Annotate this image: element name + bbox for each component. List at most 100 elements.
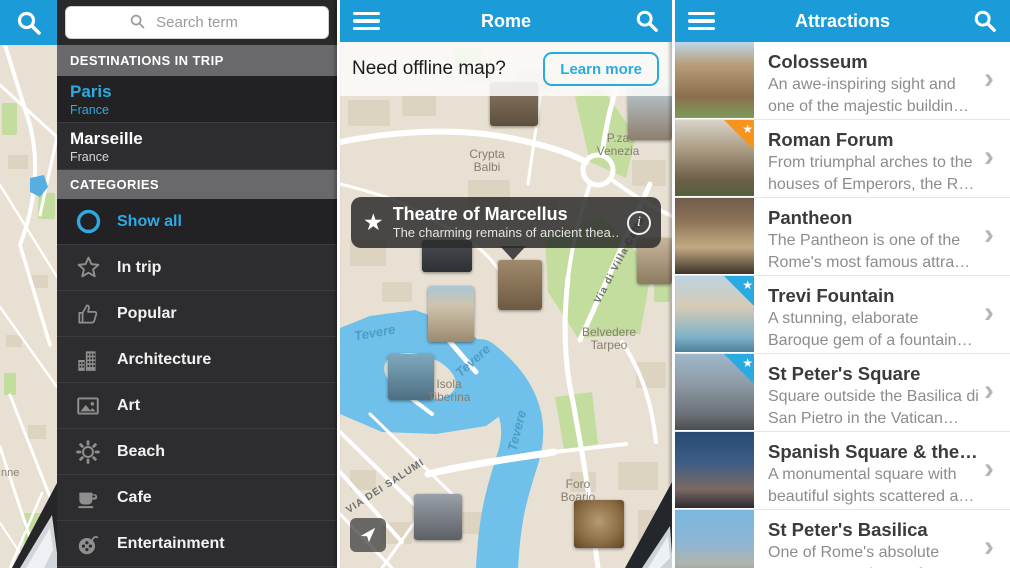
panel-divider — [337, 0, 340, 568]
info-icon[interactable]: i — [627, 211, 651, 235]
attraction-photo — [675, 432, 754, 509]
destination-country: France — [70, 102, 337, 118]
attraction-description: One of Rome's absolute must-sees and one… — [768, 542, 980, 568]
search-icon[interactable] — [635, 9, 659, 33]
app-window: nne DESTINATIONS IN TRIP Paris France Ma… — [0, 0, 1010, 568]
list-item-pantheon[interactable]: Pantheon The Pantheon is one of the Rome… — [675, 198, 1010, 276]
circle-icon — [73, 208, 103, 235]
map-label-foro-boario: Foro Boario — [552, 478, 604, 504]
chevron-right-icon: › — [984, 276, 1010, 353]
poi-callout[interactable]: ★ Theatre of Marcellus The charming rema… — [351, 197, 661, 248]
film-reel-icon — [73, 531, 103, 557]
search-icon[interactable] — [973, 9, 997, 33]
callout-title: Theatre of Marcellus — [393, 204, 619, 225]
chevron-right-icon: › — [984, 42, 1010, 119]
attraction-photo — [675, 198, 754, 275]
clipped-street-label: nne — [1, 467, 19, 479]
category-item-entertainment[interactable]: Entertainment — [57, 521, 337, 567]
list-item-st-peters-basilica[interactable]: St Peter's Basilica One of Rome's absolu… — [675, 510, 1010, 568]
category-item-cafe[interactable]: Cafe — [57, 475, 337, 521]
callout-pointer — [500, 246, 526, 273]
mini-map — [0, 45, 57, 568]
attraction-photo — [675, 42, 754, 119]
background-map-strip[interactable]: nne — [0, 0, 57, 568]
destination-country: France — [70, 149, 337, 165]
map-photo-marker[interactable] — [414, 494, 462, 540]
chevron-right-icon: › — [984, 354, 1010, 431]
attraction-description: From triumphal arches to the houses of E… — [768, 152, 980, 196]
callout-subtitle: The charming remains of ancient thea… — [393, 225, 619, 241]
locate-me-button[interactable] — [350, 518, 386, 552]
star-icon: ★ — [742, 278, 753, 292]
category-label: Cafe — [117, 489, 152, 507]
attraction-title: Pantheon — [768, 206, 980, 230]
attraction-photo: ★ — [675, 276, 754, 353]
category-item-architecture[interactable]: Architecture — [57, 337, 337, 383]
attraction-photo: ★ — [675, 354, 754, 431]
category-label: Architecture — [117, 351, 211, 369]
category-item-beach[interactable]: Beach — [57, 429, 337, 475]
map-header: Rome — [340, 0, 672, 42]
chevron-right-icon: › — [984, 510, 1010, 568]
map-photo-marker[interactable] — [428, 286, 474, 342]
attraction-title: Colosseum — [768, 50, 980, 74]
list-item-trevi-fountain[interactable]: ★ Trevi Fountain A stunning, elaborate B… — [675, 276, 1010, 354]
favorite-badge: ★ — [724, 354, 754, 384]
destination-name: Marseille — [70, 129, 337, 149]
list-item-st-peters-square[interactable]: ★ St Peter's Square Square outside the B… — [675, 354, 1010, 432]
destination-item-marseille[interactable]: Marseille France — [57, 123, 337, 170]
coffee-cup-icon — [73, 485, 103, 511]
map-panel: Rome — [340, 0, 672, 568]
in-trip-badge: ★ — [724, 120, 754, 150]
panel-divider — [672, 0, 675, 568]
category-item-in-trip[interactable]: In trip — [57, 245, 337, 291]
page-title: Rome — [340, 11, 672, 32]
attraction-description: The Pantheon is one of the Rome's most f… — [768, 230, 980, 274]
offline-map-banner: Need offline map? Learn more — [340, 42, 672, 96]
destination-item-paris[interactable]: Paris France — [57, 76, 337, 123]
chevron-right-icon: › — [984, 432, 1010, 509]
learn-more-button[interactable]: Learn more — [543, 52, 659, 86]
list-item-colosseum[interactable]: Colosseum An awe-inspiring sight and one… — [675, 42, 1010, 120]
attractions-panel: Attractions Colosseum An awe-inspiring s… — [675, 0, 1010, 568]
category-item-show-all[interactable]: Show all — [57, 199, 337, 245]
attraction-title: Spanish Square & the… — [768, 440, 980, 464]
category-label: Art — [117, 397, 140, 415]
attraction-title: St Peter's Basilica — [768, 518, 980, 542]
collapsed-search-button[interactable] — [0, 0, 57, 45]
category-label: Entertainment — [117, 535, 225, 553]
category-label: In trip — [117, 259, 161, 277]
menu-icon[interactable] — [688, 8, 715, 35]
map-label-piazza-venezia: P.za Venezia — [592, 132, 644, 158]
map-label-isola-tiberina: Isola Tiberina — [420, 378, 478, 404]
list-item-roman-forum[interactable]: ★ Roman Forum From triumphal arches to t… — [675, 120, 1010, 198]
picture-icon — [73, 393, 103, 419]
buildings-icon — [73, 347, 103, 373]
star-icon: ★ — [363, 209, 384, 236]
attraction-description: A monumental square with beautiful sight… — [768, 464, 980, 508]
map-label-belvedere-tarpeo: Belvedere Tarpeo — [574, 326, 644, 352]
attraction-description: A stunning, elaborate Baroque gem of a f… — [768, 308, 980, 352]
star-icon — [73, 254, 103, 281]
categories-header: CATEGORIES — [57, 170, 337, 199]
sidebar-search-row — [57, 0, 337, 45]
navigation-arrow-icon — [359, 526, 377, 544]
map-viewport[interactable]: Crypta Balbi P.za Venezia Belvedere Tarp… — [340, 42, 672, 568]
star-icon: ★ — [742, 356, 753, 370]
attraction-title: Trevi Fountain — [768, 284, 980, 308]
sidebar: DESTINATIONS IN TRIP Paris France Marsei… — [57, 0, 337, 568]
chevron-right-icon: › — [984, 120, 1010, 197]
map-photo-marker[interactable] — [574, 500, 624, 548]
attraction-description: An awe-inspiring sight and one of the ma… — [768, 74, 980, 118]
menu-icon[interactable] — [353, 8, 380, 35]
category-item-art[interactable]: Art — [57, 383, 337, 429]
attraction-title: Roman Forum — [768, 128, 980, 152]
sun-icon — [73, 439, 103, 465]
category-item-popular[interactable]: Popular — [57, 291, 337, 337]
attraction-description: Square outside the Basilica di San Pietr… — [768, 386, 980, 430]
list-item-spanish-square[interactable]: Spanish Square & the… A monumental squar… — [675, 432, 1010, 510]
search-input[interactable] — [65, 6, 329, 39]
category-list: Show all In trip Popular Architecture — [57, 199, 337, 568]
attraction-photo — [675, 510, 754, 568]
favorite-badge: ★ — [724, 276, 754, 306]
